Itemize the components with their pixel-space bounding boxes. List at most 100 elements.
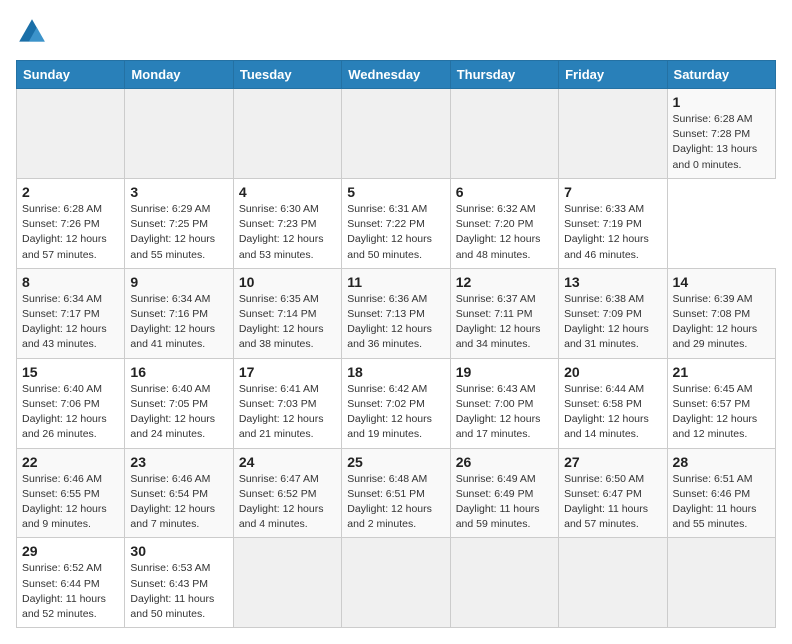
calendar-cell: [342, 538, 450, 628]
day-number: 16: [130, 364, 227, 380]
calendar-cell: 12 Sunrise: 6:37 AMSunset: 7:11 PMDayligh…: [450, 268, 558, 358]
day-number: 9: [130, 274, 227, 290]
day-number: 10: [239, 274, 336, 290]
day-info: Sunrise: 6:42 AMSunset: 7:02 PMDaylight:…: [347, 382, 444, 443]
day-number: 25: [347, 454, 444, 470]
week-row-2: 2 Sunrise: 6:28 AMSunset: 7:26 PMDaylight…: [17, 178, 776, 268]
day-info: Sunrise: 6:34 AMSunset: 7:16 PMDaylight:…: [130, 292, 227, 353]
day-number: 5: [347, 184, 444, 200]
day-info: Sunrise: 6:28 AMSunset: 7:26 PMDaylight:…: [22, 202, 119, 263]
day-info: Sunrise: 6:37 AMSunset: 7:11 PMDaylight:…: [456, 292, 553, 353]
calendar-cell: 13 Sunrise: 6:38 AMSunset: 7:09 PMDayligh…: [559, 268, 667, 358]
calendar-cell: 21Sunrise: 6:45 AMSunset: 6:57 PMDayligh…: [667, 358, 775, 448]
calendar-cell: [450, 89, 558, 179]
calendar-cell: 24 Sunrise: 6:47 AMSunset: 6:52 PMDayligh…: [233, 448, 341, 538]
calendar-cell: 19 Sunrise: 6:43 AMSunset: 7:00 PMDayligh…: [450, 358, 558, 448]
day-info: Sunrise: 6:47 AMSunset: 6:52 PMDaylight:…: [239, 472, 336, 533]
calendar-cell: 27 Sunrise: 6:50 AMSunset: 6:47 PMDayligh…: [559, 448, 667, 538]
calendar-table: SundayMondayTuesdayWednesdayThursdayFrid…: [16, 60, 776, 628]
day-info: Sunrise: 6:52 AMSunset: 6:44 PMDaylight:…: [22, 561, 119, 622]
calendar-cell: 28Sunrise: 6:51 AMSunset: 6:46 PMDayligh…: [667, 448, 775, 538]
day-info: Sunrise: 6:53 AMSunset: 6:43 PMDaylight:…: [130, 561, 227, 622]
calendar-cell: 26 Sunrise: 6:49 AMSunset: 6:49 PMDayligh…: [450, 448, 558, 538]
weekday-header-thursday: Thursday: [450, 61, 558, 89]
calendar-cell: [667, 538, 775, 628]
day-number: 17: [239, 364, 336, 380]
day-number: 24: [239, 454, 336, 470]
day-info: Sunrise: 6:39 AMSunset: 7:08 PMDaylight:…: [673, 292, 770, 353]
day-number: 4: [239, 184, 336, 200]
weekday-header-sunday: Sunday: [17, 61, 125, 89]
calendar-cell: 18 Sunrise: 6:42 AMSunset: 7:02 PMDayligh…: [342, 358, 450, 448]
logo: [16, 16, 52, 48]
day-number: 30: [130, 543, 227, 559]
day-info: Sunrise: 6:36 AMSunset: 7:13 PMDaylight:…: [347, 292, 444, 353]
calendar-cell: 9 Sunrise: 6:34 AMSunset: 7:16 PMDaylight…: [125, 268, 233, 358]
calendar-cell: [342, 89, 450, 179]
day-number: 11: [347, 274, 444, 290]
calendar-cell: [450, 538, 558, 628]
week-row-3: 8Sunrise: 6:34 AMSunset: 7:17 PMDaylight…: [17, 268, 776, 358]
day-info: Sunrise: 6:30 AMSunset: 7:23 PMDaylight:…: [239, 202, 336, 263]
day-number: 22: [22, 454, 119, 470]
day-number: 6: [456, 184, 553, 200]
day-info: Sunrise: 6:43 AMSunset: 7:00 PMDaylight:…: [456, 382, 553, 443]
day-info: Sunrise: 6:29 AMSunset: 7:25 PMDaylight:…: [130, 202, 227, 263]
day-number: 26: [456, 454, 553, 470]
day-number: 14: [673, 274, 770, 290]
calendar-cell: 4 Sunrise: 6:30 AMSunset: 7:23 PMDaylight…: [233, 178, 341, 268]
day-number: 27: [564, 454, 661, 470]
calendar-cell: 8Sunrise: 6:34 AMSunset: 7:17 PMDaylight…: [17, 268, 125, 358]
day-number: 2: [22, 184, 119, 200]
calendar-cell: 6 Sunrise: 6:32 AMSunset: 7:20 PMDaylight…: [450, 178, 558, 268]
day-number: 13: [564, 274, 661, 290]
day-info: Sunrise: 6:50 AMSunset: 6:47 PMDaylight:…: [564, 472, 661, 533]
day-number: 18: [347, 364, 444, 380]
calendar-cell: 20Sunrise: 6:44 AMSunset: 6:58 PMDayligh…: [559, 358, 667, 448]
day-number: 12: [456, 274, 553, 290]
day-number: 3: [130, 184, 227, 200]
calendar-cell: 2 Sunrise: 6:28 AMSunset: 7:26 PMDaylight…: [17, 178, 125, 268]
calendar-cell: 14 Sunrise: 6:39 AMSunset: 7:08 PMDayligh…: [667, 268, 775, 358]
calendar-cell: [125, 89, 233, 179]
day-number: 7: [564, 184, 661, 200]
day-info: Sunrise: 6:35 AMSunset: 7:14 PMDaylight:…: [239, 292, 336, 353]
weekday-header-row: SundayMondayTuesdayWednesdayThursdayFrid…: [17, 61, 776, 89]
calendar-cell: 30 Sunrise: 6:53 AMSunset: 6:43 PMDayligh…: [125, 538, 233, 628]
calendar-cell: 15 Sunrise: 6:40 AMSunset: 7:06 PMDayligh…: [17, 358, 125, 448]
calendar-cell: 16Sunrise: 6:40 AMSunset: 7:05 PMDayligh…: [125, 358, 233, 448]
day-info: Sunrise: 6:38 AMSunset: 7:09 PMDaylight:…: [564, 292, 661, 353]
calendar-cell: [233, 89, 341, 179]
day-info: Sunrise: 6:49 AMSunset: 6:49 PMDaylight:…: [456, 472, 553, 533]
calendar-cell: 25 Sunrise: 6:48 AMSunset: 6:51 PMDayligh…: [342, 448, 450, 538]
week-row-4: 15 Sunrise: 6:40 AMSunset: 7:06 PMDayligh…: [17, 358, 776, 448]
calendar-cell: 7Sunrise: 6:33 AMSunset: 7:19 PMDaylight…: [559, 178, 667, 268]
week-row-1: 1Sunrise: 6:28 AMSunset: 7:28 PMDaylight…: [17, 89, 776, 179]
page-header: [16, 16, 776, 48]
day-info: Sunrise: 6:32 AMSunset: 7:20 PMDaylight:…: [456, 202, 553, 263]
day-number: 29: [22, 543, 119, 559]
calendar-cell: 1Sunrise: 6:28 AMSunset: 7:28 PMDaylight…: [667, 89, 775, 179]
calendar-cell: [233, 538, 341, 628]
day-info: Sunrise: 6:44 AMSunset: 6:58 PMDaylight:…: [564, 382, 661, 443]
day-info: Sunrise: 6:34 AMSunset: 7:17 PMDaylight:…: [22, 292, 119, 353]
day-number: 19: [456, 364, 553, 380]
day-info: Sunrise: 6:46 AMSunset: 6:55 PMDaylight:…: [22, 472, 119, 533]
week-row-6: 29 Sunrise: 6:52 AMSunset: 6:44 PMDayligh…: [17, 538, 776, 628]
logo-icon: [16, 16, 48, 48]
day-info: Sunrise: 6:46 AMSunset: 6:54 PMDaylight:…: [130, 472, 227, 533]
weekday-header-tuesday: Tuesday: [233, 61, 341, 89]
day-info: Sunrise: 6:48 AMSunset: 6:51 PMDaylight:…: [347, 472, 444, 533]
day-number: 15: [22, 364, 119, 380]
day-number: 1: [673, 94, 770, 110]
day-info: Sunrise: 6:31 AMSunset: 7:22 PMDaylight:…: [347, 202, 444, 263]
calendar-cell: 22 Sunrise: 6:46 AMSunset: 6:55 PMDayligh…: [17, 448, 125, 538]
day-number: 23: [130, 454, 227, 470]
weekday-header-saturday: Saturday: [667, 61, 775, 89]
calendar-cell: [17, 89, 125, 179]
calendar-cell: 17Sunrise: 6:41 AMSunset: 7:03 PMDayligh…: [233, 358, 341, 448]
calendar-cell: [559, 89, 667, 179]
calendar-cell: 23 Sunrise: 6:46 AMSunset: 6:54 PMDayligh…: [125, 448, 233, 538]
day-info: Sunrise: 6:40 AMSunset: 7:06 PMDaylight:…: [22, 382, 119, 443]
calendar-cell: 11 Sunrise: 6:36 AMSunset: 7:13 PMDayligh…: [342, 268, 450, 358]
